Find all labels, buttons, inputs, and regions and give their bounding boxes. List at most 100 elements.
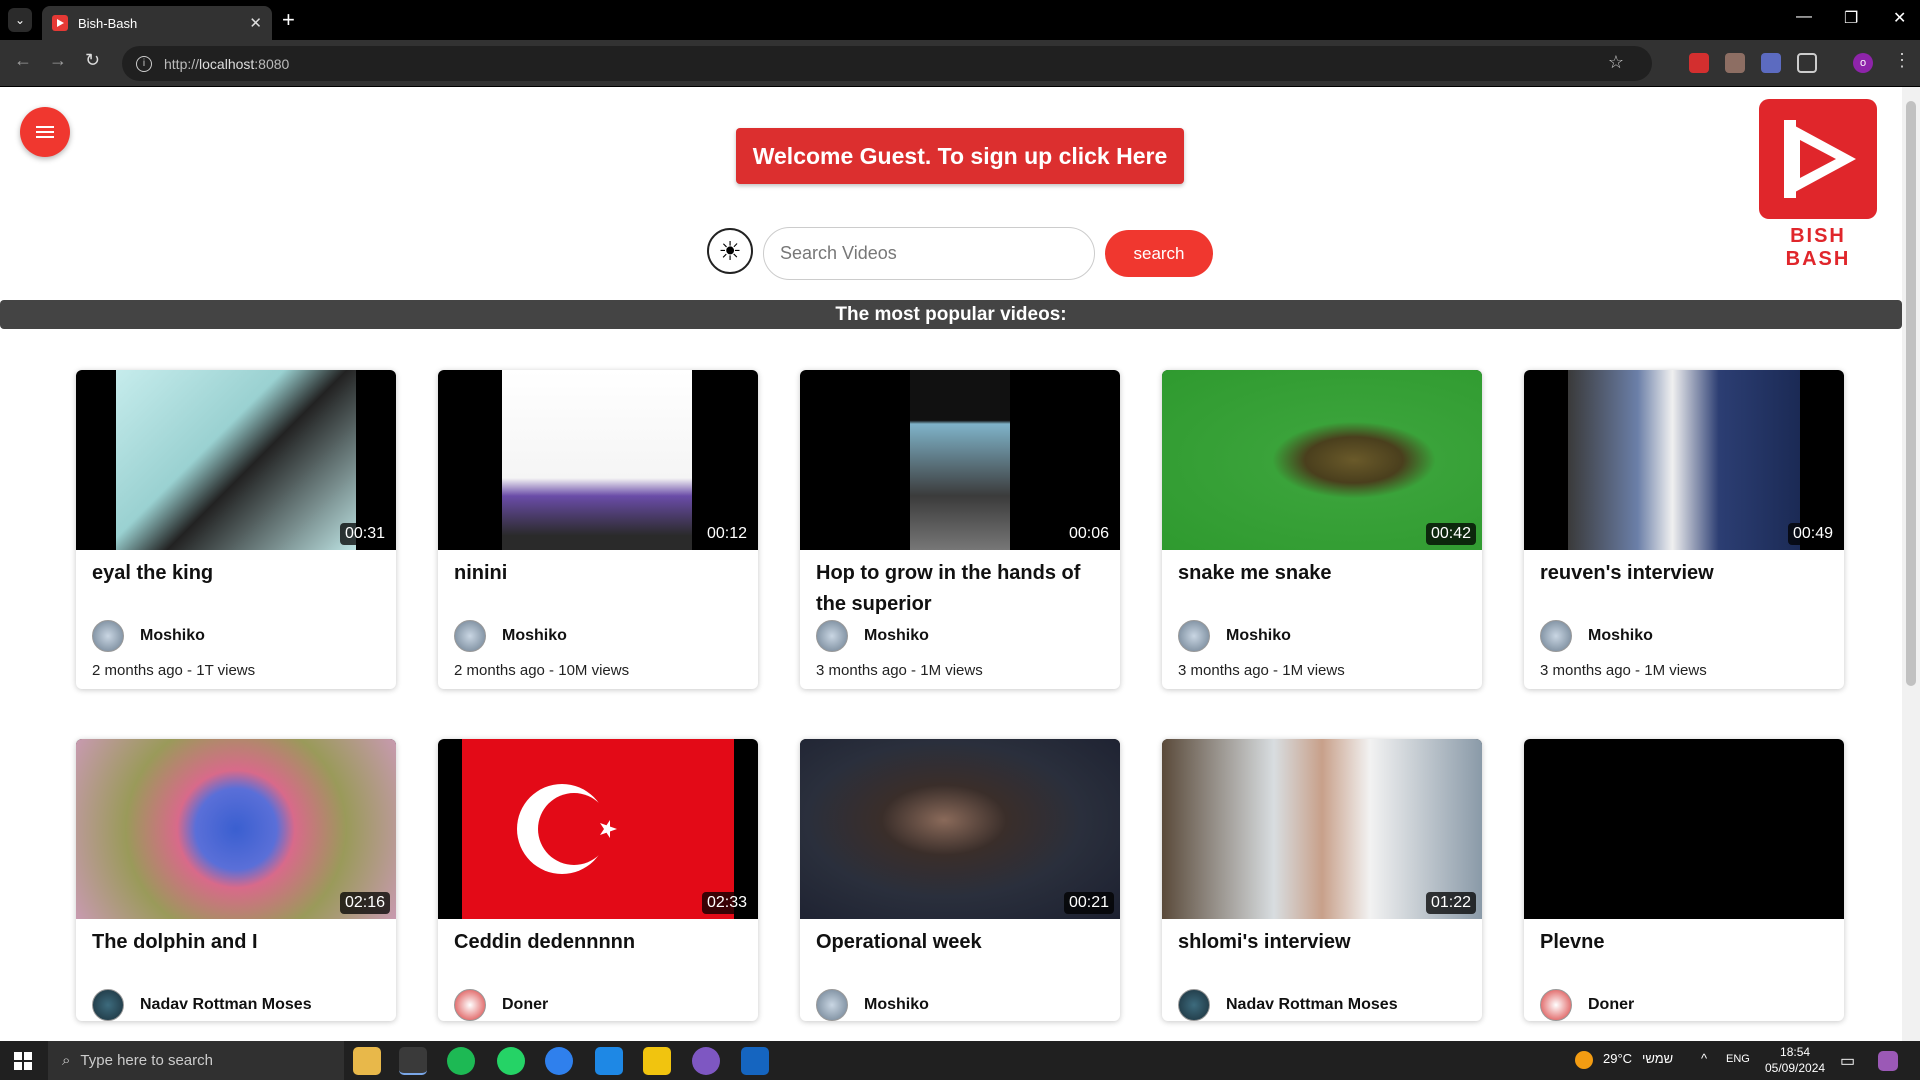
vscode-icon[interactable] <box>595 1047 623 1075</box>
video-card[interactable]: 00:12 ninini Moshiko 2 months ago - 10M … <box>438 370 758 689</box>
video-author[interactable]: Moshiko <box>800 620 1120 652</box>
video-author[interactable]: Moshiko <box>1524 620 1844 652</box>
back-icon[interactable]: ← <box>14 50 32 71</box>
spotify-icon[interactable] <box>447 1047 475 1075</box>
profile-avatar[interactable]: o <box>1853 53 1873 73</box>
search-button[interactable]: search <box>1105 230 1213 277</box>
scrollbar-thumb[interactable] <box>1906 101 1916 686</box>
url-port: :8080 <box>254 55 290 72</box>
windows-start-icon[interactable] <box>14 1052 32 1070</box>
video-title[interactable]: ninini <box>438 550 758 620</box>
video-thumbnail[interactable]: 00:12 <box>438 370 758 550</box>
bookmark-star-icon[interactable]: ☆ <box>1608 52 1624 73</box>
extension-red-icon[interactable] <box>1689 53 1709 73</box>
video-card[interactable]: 00:31 eyal the king Moshiko 2 months ago… <box>76 370 396 689</box>
logo[interactable]: BISH BASH <box>1759 99 1877 270</box>
video-thumbnail[interactable]: 00:49 <box>1524 370 1844 550</box>
restore-icon[interactable]: ❐ <box>1844 8 1858 28</box>
video-thumbnail[interactable]: 00:31 <box>76 370 396 550</box>
close-tab-icon[interactable]: ✕ <box>249 14 262 32</box>
reload-icon[interactable]: ↻ <box>85 50 100 71</box>
video-card[interactable]: 00:42 snake me snake Moshiko 3 months ag… <box>1162 370 1482 689</box>
welcome-signup-button[interactable]: Welcome Guest. To sign up click Here <box>736 128 1184 184</box>
notifications-icon[interactable]: ▭ <box>1840 1051 1855 1071</box>
video-title[interactable]: snake me snake <box>1162 550 1482 620</box>
video-thumbnail[interactable]: 00:06 <box>800 370 1120 550</box>
file-explorer-icon[interactable] <box>353 1047 381 1075</box>
site-info-icon[interactable]: i <box>136 55 152 72</box>
video-title[interactable]: Plevne <box>1524 919 1844 989</box>
author-avatar <box>1178 989 1210 1021</box>
close-window-icon[interactable]: ✕ <box>1893 8 1906 28</box>
menu-icon <box>36 126 54 138</box>
forward-icon[interactable]: → <box>49 50 67 71</box>
extension-blue-icon[interactable] <box>1761 53 1781 73</box>
video-thumbnail[interactable]: 00:21 <box>800 739 1120 919</box>
browser-tab[interactable]: Bish-Bash ✕ <box>42 6 272 40</box>
extension-brown-icon[interactable] <box>1725 53 1745 73</box>
weather-sun-icon[interactable] <box>1575 1051 1593 1069</box>
address-bar[interactable]: i http://localhost:8080 ☆ <box>122 46 1652 81</box>
video-author[interactable]: Moshiko <box>800 989 1120 1021</box>
taskbar-clock[interactable]: 18:54 05/09/2024 <box>1765 1044 1825 1076</box>
app-blue-icon[interactable] <box>545 1047 573 1075</box>
video-card[interactable]: 00:21 Operational week Moshiko <box>800 739 1120 1021</box>
video-title[interactable]: shlomi's interview <box>1162 919 1482 989</box>
video-title[interactable]: Hop to grow in the hands of the superior <box>800 550 1120 620</box>
video-author[interactable]: Nadav Rottman Moses <box>76 989 396 1021</box>
page-scrollbar[interactable] <box>1902 87 1920 1041</box>
video-title[interactable]: Operational week <box>800 919 1120 989</box>
video-author[interactable]: Moshiko <box>1162 620 1482 652</box>
theme-toggle-sun-icon[interactable]: ☀ <box>707 228 753 274</box>
tray-chevron-icon[interactable]: ^ <box>1701 1051 1707 1066</box>
video-author[interactable]: Doner <box>1524 989 1844 1021</box>
copilot-icon[interactable] <box>1878 1051 1898 1071</box>
video-card[interactable]: 00:49 reuven's interview Moshiko 3 month… <box>1524 370 1844 689</box>
video-card[interactable]: 00:06 Hop to grow in the hands of the su… <box>800 370 1120 689</box>
video-card[interactable]: 02:16 The dolphin and I Nadav Rottman Mo… <box>76 739 396 1021</box>
clock-time: 18:54 <box>1780 1045 1811 1059</box>
video-title[interactable]: eyal the king <box>76 550 396 620</box>
author-name: Moshiko <box>1588 627 1653 644</box>
author-name: Nadav Rottman Moses <box>140 996 312 1013</box>
video-duration: 00:42 <box>1425 523 1476 545</box>
chrome-icon[interactable] <box>399 1047 427 1075</box>
author-avatar <box>816 620 848 652</box>
new-tab-button[interactable]: + <box>282 8 295 32</box>
author-name: Moshiko <box>140 627 205 644</box>
search-input[interactable] <box>763 227 1095 280</box>
video-thumbnail[interactable]: 02:16 <box>76 739 396 919</box>
taskbar-search[interactable]: ⌕ Type here to search <box>48 1041 344 1080</box>
video-author[interactable]: Moshiko <box>438 620 758 652</box>
author-name: Moshiko <box>864 627 929 644</box>
minimize-icon[interactable]: — <box>1796 8 1812 26</box>
hamburger-menu-button[interactable] <box>20 107 70 157</box>
powershell-icon[interactable] <box>741 1047 769 1075</box>
url-host: localhost <box>199 55 255 72</box>
video-author[interactable]: Doner <box>438 989 758 1021</box>
video-thumbnail[interactable]: 00:42 <box>1162 370 1482 550</box>
video-card[interactable]: 01:22 shlomi's interview Nadav Rottman M… <box>1162 739 1482 1021</box>
video-thumbnail[interactable]: 01:22 <box>1162 739 1482 919</box>
video-thumbnail[interactable] <box>1524 739 1844 919</box>
logo-text: BISH BASH <box>1785 225 1851 270</box>
video-author[interactable]: Nadav Rottman Moses <box>1162 989 1482 1021</box>
github-desktop-icon[interactable] <box>692 1047 720 1075</box>
video-thumbnail[interactable]: 02:33 <box>438 739 758 919</box>
app-yellow-icon[interactable] <box>643 1047 671 1075</box>
video-meta: 3 months ago - 1M views <box>1540 662 1707 679</box>
tab-search-button[interactable]: ⌄ <box>8 8 32 32</box>
weather-temp[interactable]: 29°C <box>1603 1051 1632 1066</box>
language-indicator[interactable]: ENG <box>1726 1053 1750 1065</box>
video-card[interactable]: 02:33 Ceddin dedennnnn Doner <box>438 739 758 1021</box>
video-card[interactable]: Plevne Doner <box>1524 739 1844 1021</box>
video-title[interactable]: reuven's interview <box>1524 550 1844 620</box>
browser-menu-icon[interactable]: ⋮ <box>1893 50 1911 71</box>
search-icon: ⌕ <box>62 1052 71 1069</box>
video-author[interactable]: Moshiko <box>76 620 396 652</box>
whatsapp-icon[interactable] <box>497 1047 525 1075</box>
video-title[interactable]: Ceddin dedennnnn <box>438 919 758 989</box>
extensions-puzzle-icon[interactable] <box>1797 53 1817 73</box>
video-meta: 3 months ago - 1M views <box>816 662 983 679</box>
video-title[interactable]: The dolphin and I <box>76 919 396 989</box>
